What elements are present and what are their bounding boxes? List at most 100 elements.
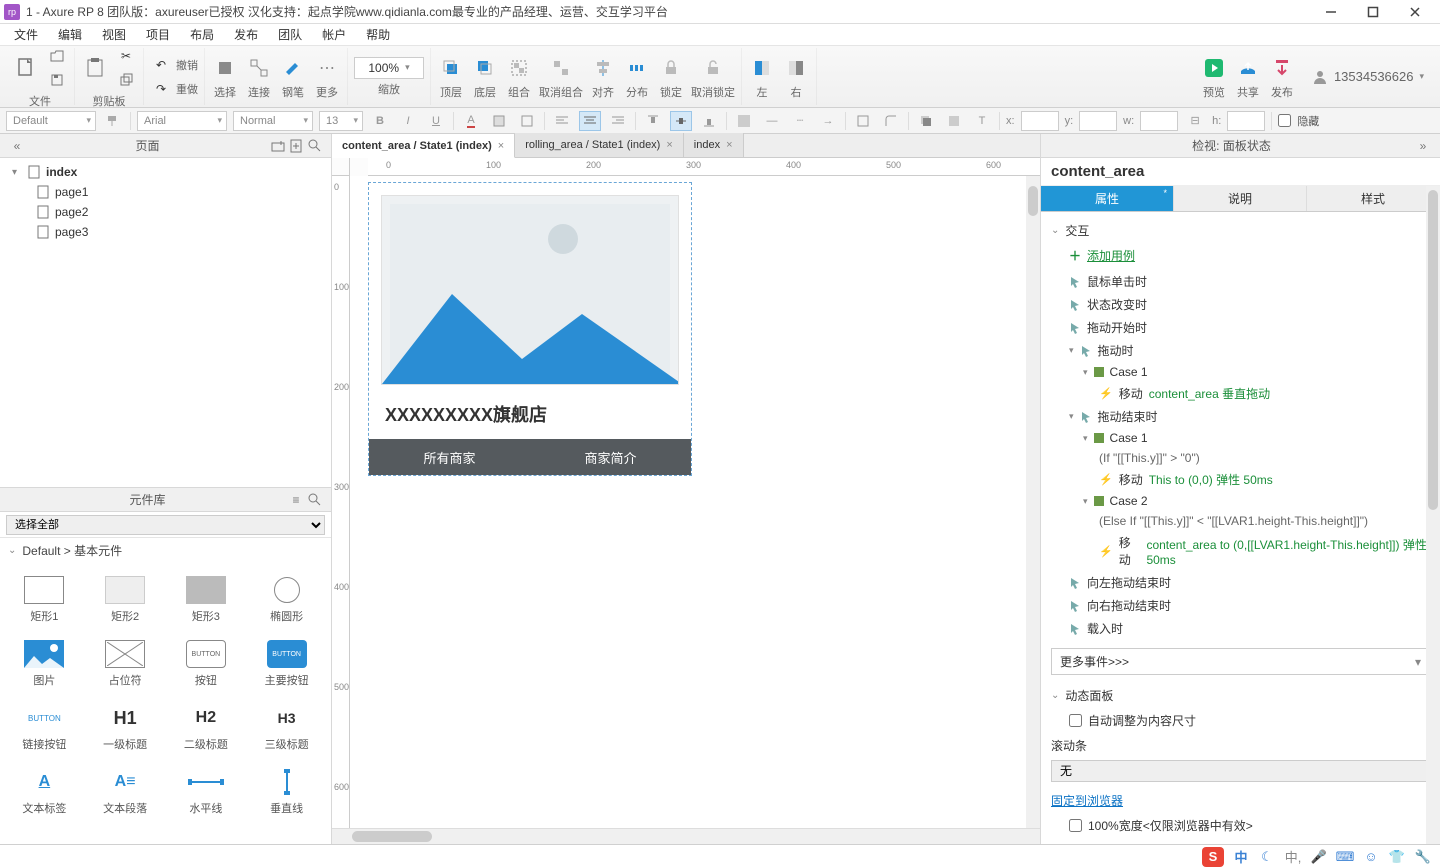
canvas-hscrollbar[interactable]: [332, 828, 1040, 844]
select-tool-icon[interactable]: [211, 54, 239, 82]
widget-text-label[interactable]: A文本标签: [4, 762, 85, 822]
fill-color-button[interactable]: [488, 111, 510, 131]
skin-icon[interactable]: 👕: [1388, 848, 1406, 866]
close-tab-icon[interactable]: ×: [498, 140, 504, 152]
widget-rect1[interactable]: 矩形1: [4, 570, 85, 630]
artboard-title[interactable]: XXXXXXXXX旗舰店: [369, 397, 691, 439]
preview-button[interactable]: [1200, 54, 1228, 82]
border-vis-button[interactable]: [852, 111, 874, 131]
bring-front-icon[interactable]: [437, 54, 465, 82]
tree-item-page3[interactable]: page3: [8, 222, 323, 242]
open-file-icon[interactable]: [46, 45, 68, 67]
send-back-icon[interactable]: [471, 54, 499, 82]
more-tool-icon[interactable]: ⋯: [313, 54, 341, 82]
widget-h3[interactable]: H3三级标题: [246, 698, 327, 758]
h-input[interactable]: [1227, 111, 1265, 131]
widget-button[interactable]: BUTTON按钮: [166, 634, 247, 694]
add-page-icon[interactable]: [287, 137, 305, 155]
close-button[interactable]: [1394, 1, 1436, 23]
search-pages-icon[interactable]: [305, 137, 323, 155]
y-input[interactable]: [1079, 111, 1117, 131]
unlock-icon[interactable]: [699, 54, 727, 82]
action-move-content2[interactable]: ⚡移动 content_area to (0,[[LVAR1.height-Th…: [1041, 531, 1440, 571]
publish-button[interactable]: [1268, 54, 1296, 82]
inspector-tab-properties[interactable]: 属性*: [1041, 186, 1174, 211]
add-folder-icon[interactable]: [269, 137, 287, 155]
line-width-button[interactable]: —: [761, 111, 783, 131]
redo-icon[interactable]: ↷: [150, 78, 172, 100]
inspector-tab-notes[interactable]: 说明: [1174, 186, 1307, 211]
style-select[interactable]: Default: [6, 111, 96, 131]
inspector-tab-style[interactable]: 样式: [1307, 186, 1440, 211]
menu-file[interactable]: 文件: [6, 24, 46, 45]
library-options-icon[interactable]: ≡: [287, 491, 305, 509]
case-drag-case1[interactable]: ▾Case 1: [1041, 362, 1440, 382]
underline-button[interactable]: U: [425, 111, 447, 131]
inner-shadow-button[interactable]: [943, 111, 965, 131]
border-color-button[interactable]: [516, 111, 538, 131]
widget-link-button[interactable]: BUTTON链接按钮: [4, 698, 85, 758]
widget-placeholder[interactable]: 占位符: [85, 634, 166, 694]
tree-item-page2[interactable]: page2: [8, 202, 323, 222]
case-dragend-case2[interactable]: ▾Case 2: [1041, 491, 1440, 511]
save-file-icon[interactable]: [46, 69, 68, 91]
event-dragright-end[interactable]: 向右拖动结束时: [1041, 594, 1440, 617]
cut-icon[interactable]: ✂: [115, 45, 137, 67]
paste-icon[interactable]: [81, 54, 109, 82]
ime-lang-icon[interactable]: 中: [1232, 848, 1250, 866]
scrollbar-select[interactable]: 无: [1051, 760, 1440, 782]
align-right-button[interactable]: [607, 111, 629, 131]
emoji-icon[interactable]: ☺: [1362, 848, 1380, 866]
text-shadow-button[interactable]: T: [971, 111, 993, 131]
align-left-button[interactable]: [551, 111, 573, 131]
event-onclick[interactable]: 鼠标单击时: [1041, 270, 1440, 293]
menu-project[interactable]: 项目: [138, 24, 178, 45]
hidden-checkbox[interactable]: [1278, 114, 1291, 127]
menu-account[interactable]: 帐户: [314, 24, 354, 45]
lock-icon[interactable]: [657, 54, 685, 82]
close-tab-icon[interactable]: ×: [666, 139, 672, 151]
artboard-tab-all[interactable]: 所有商家: [369, 439, 530, 475]
group-icon[interactable]: [505, 54, 533, 82]
moon-icon[interactable]: ☾: [1258, 848, 1276, 866]
maximize-button[interactable]: [1352, 1, 1394, 23]
widget-ellipse[interactable]: 椭圆形: [246, 570, 327, 630]
undo-icon[interactable]: ↶: [150, 54, 172, 76]
widget-primary-button[interactable]: BUTTON主要按钮: [246, 634, 327, 694]
valign-top-button[interactable]: [642, 111, 664, 131]
outer-shadow-button[interactable]: [915, 111, 937, 131]
selected-widget-name[interactable]: content_area: [1041, 158, 1440, 186]
menu-help[interactable]: 帮助: [358, 24, 398, 45]
lock-aspect-icon[interactable]: ⊟: [1184, 111, 1206, 131]
section-dynamic-panel[interactable]: ⌄动态面板: [1041, 683, 1440, 708]
action-move-content[interactable]: ⚡移动 content_area 垂直拖动: [1041, 382, 1440, 405]
font-select[interactable]: Arial: [137, 111, 227, 131]
event-load[interactable]: 载入时: [1041, 617, 1440, 640]
align-right-icon[interactable]: [782, 54, 810, 82]
italic-button[interactable]: I: [397, 111, 419, 131]
widget-hline[interactable]: 水平线: [166, 762, 247, 822]
action-move-this[interactable]: ⚡移动 This to (0,0) 弹性 50ms: [1041, 468, 1440, 491]
event-statechange[interactable]: 状态改变时: [1041, 293, 1440, 316]
font-size-select[interactable]: 13: [319, 111, 363, 131]
canvas-vscrollbar[interactable]: [1026, 176, 1040, 828]
share-button[interactable]: [1234, 54, 1262, 82]
event-dragstart[interactable]: 拖动开始时: [1041, 316, 1440, 339]
search-library-icon[interactable]: [305, 491, 323, 509]
valign-bottom-button[interactable]: [698, 111, 720, 131]
width100-checkbox[interactable]: [1069, 819, 1082, 832]
valign-middle-button[interactable]: [670, 111, 692, 131]
artboard-tab-about[interactable]: 商家简介: [530, 439, 691, 475]
copy-icon[interactable]: [115, 69, 137, 91]
connect-tool-icon[interactable]: [245, 54, 273, 82]
pin-to-browser-link[interactable]: 固定到浏览器: [1041, 788, 1440, 813]
w-input[interactable]: [1140, 111, 1178, 131]
canvas[interactable]: XXXXXXXXX旗舰店 所有商家 商家简介: [350, 176, 1040, 828]
widget-vline[interactable]: 垂直线: [246, 762, 327, 822]
fill-button[interactable]: [733, 111, 755, 131]
more-events-select[interactable]: 更多事件>>>: [1051, 648, 1430, 675]
x-input[interactable]: [1021, 111, 1059, 131]
menu-layout[interactable]: 布局: [182, 24, 222, 45]
bold-button[interactable]: B: [369, 111, 391, 131]
event-drag[interactable]: ▾拖动时: [1041, 339, 1440, 362]
